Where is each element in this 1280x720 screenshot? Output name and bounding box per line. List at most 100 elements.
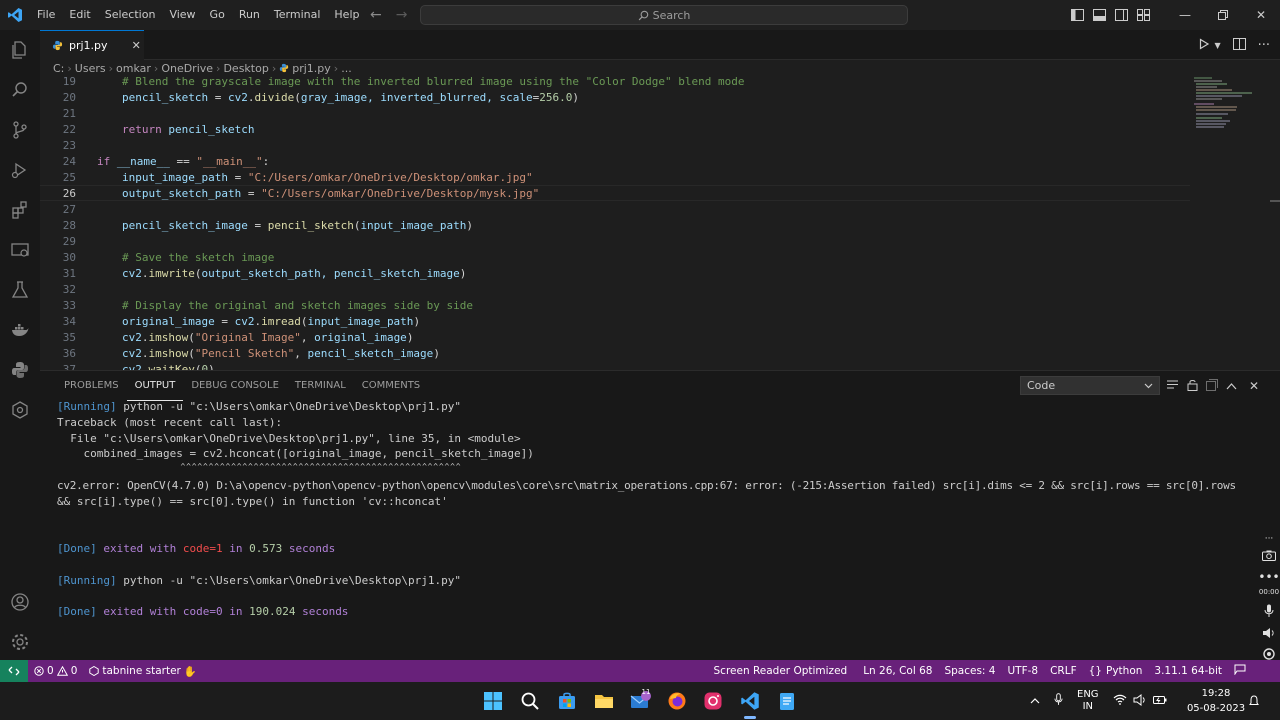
mail-icon[interactable]: 11 bbox=[629, 688, 653, 713]
breadcrumb-separator-icon: › bbox=[271, 61, 277, 75]
testing-icon[interactable] bbox=[0, 270, 40, 310]
menu-file[interactable]: File bbox=[30, 0, 62, 30]
customize-layout-icon[interactable] bbox=[1132, 0, 1154, 30]
extensions-icon[interactable] bbox=[0, 190, 40, 230]
forward-arrow-icon[interactable]: → bbox=[396, 7, 408, 23]
microsoft-store-icon[interactable] bbox=[555, 689, 579, 713]
instagram-icon[interactable] bbox=[701, 689, 725, 713]
code-line: 37 cv2.waitKey(0) bbox=[40, 361, 1190, 371]
manage-gear-icon[interactable] bbox=[0, 622, 40, 662]
code-editor[interactable]: 19 # Blend the grayscale image with the i… bbox=[40, 76, 1270, 370]
title-bar: File Edit Selection View Go Run Terminal… bbox=[0, 0, 1280, 30]
gitlens-icon[interactable] bbox=[0, 390, 40, 430]
tabnine-status[interactable]: tabnine starter ✋ bbox=[83, 665, 203, 678]
tab-prj1-py[interactable]: prj1.py ✕ bbox=[40, 30, 144, 60]
camera-icon[interactable] bbox=[1258, 546, 1280, 564]
menu-selection[interactable]: Selection bbox=[98, 0, 163, 30]
python-interpreter[interactable]: 3.11.1 64-bit bbox=[1148, 665, 1228, 677]
battery-icon[interactable] bbox=[1152, 695, 1167, 708]
menu-terminal[interactable]: Terminal bbox=[267, 0, 328, 30]
run-python-file-icon[interactable] bbox=[1198, 37, 1210, 53]
breadcrumb-file[interactable]: prj1.py bbox=[292, 62, 331, 75]
toggle-panel-icon[interactable] bbox=[1088, 0, 1110, 30]
output-channel-select[interactable]: Code bbox=[1020, 376, 1160, 395]
breadcrumb-item[interactable]: C: bbox=[53, 62, 64, 75]
close-window-icon[interactable]: ✕ bbox=[1242, 0, 1280, 30]
breadcrumb-item[interactable]: Desktop bbox=[223, 62, 268, 75]
minimize-icon[interactable]: — bbox=[1166, 0, 1204, 30]
volume-icon[interactable] bbox=[1133, 693, 1147, 709]
file-explorer-icon[interactable] bbox=[592, 689, 616, 713]
wifi-icon[interactable] bbox=[1113, 694, 1127, 708]
feedback-icon[interactable] bbox=[1228, 664, 1252, 678]
tray-microphone-icon[interactable] bbox=[1054, 693, 1063, 709]
line-number: 21 bbox=[62, 106, 76, 120]
more-actions-icon[interactable]: ··· bbox=[1258, 38, 1270, 53]
restore-icon[interactable] bbox=[1204, 0, 1242, 30]
minimap[interactable] bbox=[1192, 76, 1262, 136]
accounts-icon[interactable] bbox=[0, 582, 40, 622]
start-windows-icon[interactable] bbox=[481, 689, 505, 713]
language-mode[interactable]: {} Python bbox=[1083, 665, 1149, 677]
tab-close-icon[interactable]: ✕ bbox=[132, 39, 141, 52]
command-center-search[interactable]: Search bbox=[420, 5, 908, 25]
run-dropdown-chevron-icon[interactable]: ▼ bbox=[1214, 41, 1220, 50]
remote-indicator-icon[interactable] bbox=[0, 660, 28, 682]
file-encoding[interactable]: UTF-8 bbox=[1001, 665, 1044, 677]
docker-icon[interactable] bbox=[0, 310, 40, 350]
tab-problems[interactable]: PROBLEMS bbox=[56, 372, 127, 400]
speaker-icon[interactable] bbox=[1258, 624, 1280, 642]
line-ending[interactable]: CRLF bbox=[1044, 665, 1083, 677]
menu-edit[interactable]: Edit bbox=[62, 0, 97, 30]
breadcrumb-item[interactable]: Users bbox=[75, 62, 106, 75]
toggle-secondary-sidebar-icon[interactable] bbox=[1110, 0, 1132, 30]
close-panel-icon[interactable]: ✕ bbox=[1249, 379, 1259, 393]
input-language[interactable]: ENG IN bbox=[1077, 689, 1099, 713]
menu-view[interactable]: View bbox=[162, 0, 202, 30]
editor-scrollbar[interactable] bbox=[1270, 200, 1280, 202]
search-placeholder: Search bbox=[652, 8, 691, 22]
tab-terminal[interactable]: TERMINAL bbox=[287, 372, 354, 400]
back-arrow-icon[interactable]: ← bbox=[370, 7, 382, 23]
taskbar-clock[interactable]: 19:28 05-08-2023 bbox=[1186, 686, 1246, 716]
lock-scroll-icon[interactable] bbox=[1187, 379, 1198, 394]
problems-status[interactable]: 0 0 bbox=[28, 665, 83, 677]
microphone-icon[interactable] bbox=[1258, 602, 1280, 620]
line-number: 23 bbox=[62, 138, 76, 152]
code-line: 31 cv2.imwrite(output_sketch_path, pencil… bbox=[40, 265, 1190, 281]
tab-debug-console[interactable]: DEBUG CONSOLE bbox=[183, 372, 287, 400]
explorer-icon[interactable] bbox=[0, 30, 40, 70]
code-variable: pencil_sketch_image bbox=[122, 218, 248, 232]
breadcrumb-symbol[interactable]: ... bbox=[341, 62, 352, 75]
open-in-editor-icon[interactable] bbox=[1206, 378, 1218, 394]
python-icon[interactable] bbox=[0, 350, 40, 390]
taskbar-search-icon[interactable] bbox=[518, 689, 542, 713]
notepad-icon[interactable] bbox=[775, 689, 799, 713]
code-operator: == bbox=[169, 154, 197, 168]
tab-output[interactable]: OUTPUT bbox=[126, 372, 184, 401]
clear-output-icon[interactable] bbox=[1166, 379, 1179, 393]
source-control-icon[interactable] bbox=[0, 110, 40, 150]
breadcrumb-item[interactable]: OneDrive bbox=[161, 62, 213, 75]
search-view-icon[interactable] bbox=[0, 70, 40, 110]
cursor-position[interactable]: Ln 26, Col 68 bbox=[857, 665, 938, 677]
code-punct: ( bbox=[294, 90, 301, 104]
done-text: exited with bbox=[96, 605, 183, 618]
toggle-primary-sidebar-icon[interactable] bbox=[1066, 0, 1088, 30]
indentation[interactable]: Spaces: 4 bbox=[938, 665, 1001, 677]
vscode-taskbar-icon[interactable] bbox=[738, 689, 762, 719]
screen-reader-mode[interactable]: Screen Reader Optimized bbox=[708, 665, 854, 677]
split-editor-icon[interactable] bbox=[1232, 37, 1246, 53]
breadcrumb-item[interactable]: omkar bbox=[116, 62, 151, 75]
breadcrumb-separator-icon: › bbox=[67, 61, 72, 75]
notifications-bell-icon[interactable] bbox=[1247, 691, 1261, 711]
menu-go[interactable]: Go bbox=[203, 0, 232, 30]
tab-comments[interactable]: COMMENTS bbox=[354, 372, 428, 400]
menu-run[interactable]: Run bbox=[232, 0, 267, 30]
tray-overflow-chevron-icon[interactable] bbox=[1030, 696, 1040, 707]
firefox-icon[interactable] bbox=[665, 689, 689, 713]
maximize-panel-icon[interactable] bbox=[1226, 379, 1237, 393]
menu-help[interactable]: Help bbox=[327, 0, 366, 30]
run-debug-icon[interactable] bbox=[0, 150, 40, 190]
remote-explorer-icon[interactable] bbox=[0, 230, 40, 270]
